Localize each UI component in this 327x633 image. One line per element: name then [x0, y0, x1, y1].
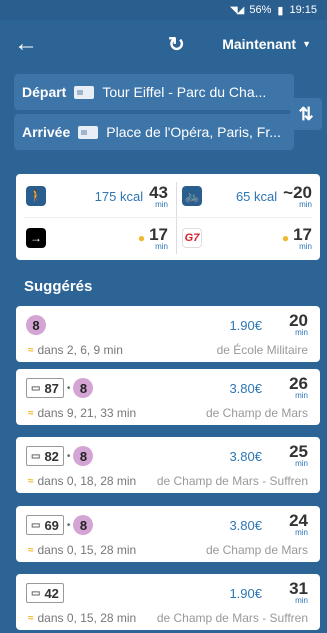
address-card-icon: [78, 125, 99, 139]
arrival-label: Arrivée: [22, 124, 71, 140]
realtime-icon: ≈: [28, 544, 34, 556]
g7-minutes: 17: [293, 224, 312, 244]
metro-line-8-badge: 8: [73, 446, 94, 466]
bike-minutes: ~20: [283, 182, 312, 202]
route-duration-unit: min: [295, 596, 308, 605]
mode-g7[interactable]: G7 ● 17 min: [182, 218, 316, 258]
chevron-down-icon: ▼: [302, 39, 311, 49]
clock: 19:15: [289, 4, 317, 16]
bus-line-number: 87: [44, 380, 59, 396]
walk-kcal: 175 kcal: [94, 188, 144, 204]
bus-icon: ▭: [31, 519, 41, 531]
walk-minutes: 43: [149, 182, 168, 202]
departure-value: Tour Eiffel - Parc du Cha...: [102, 84, 267, 100]
route-card[interactable]: ▭ 82 • 8 3.80€ 25 min ≈ dans 0, 18, 28 min…: [16, 437, 320, 493]
route-duration: 26: [289, 374, 308, 393]
uber-unit: min: [155, 241, 168, 251]
route-card[interactable]: 8 1.90€ 20 min ≈ dans 2, 6, 9 min de Écol…: [16, 306, 320, 362]
metro-line-8-badge: 8: [73, 515, 94, 535]
bus-line-badge: ▭ 87: [26, 378, 64, 398]
realtime-icon: ≈: [28, 612, 34, 624]
battery-icon: ▮: [277, 4, 284, 17]
route-price: 1.90€: [229, 318, 262, 333]
route-duration-unit: min: [295, 528, 308, 537]
route-origin: de Champ de Mars - Suffren: [156, 474, 308, 488]
time-selector[interactable]: Maintenant ▼: [222, 36, 311, 52]
route-card[interactable]: ▭ 69 • 8 3.80€ 24 min ≈ dans 0, 15, 28 min…: [16, 506, 320, 562]
arrival-value: Place de l'Opéra, Paris, Fr...: [106, 124, 281, 140]
live-dot-icon: ●: [137, 231, 146, 245]
uber-minutes: 17: [149, 224, 168, 244]
route-departures: dans 0, 15, 28 min: [37, 543, 137, 557]
route-card[interactable]: ▭ 87 • 8 3.80€ 26 min ≈ dans 9, 21, 33 min…: [16, 369, 320, 425]
divider: [176, 182, 177, 254]
address-card-icon: [74, 85, 95, 99]
top-bar: ← ↻ Maintenant ▼: [0, 20, 327, 68]
suggested-title: Suggérés: [24, 278, 93, 295]
metro-line-8-badge: 8: [73, 378, 94, 398]
uber-logo-icon: →: [26, 228, 46, 248]
bus-line-number: 69: [44, 517, 59, 533]
route-departures: dans 9, 21, 33 min: [37, 406, 137, 420]
mode-bike[interactable]: 🚲 65 kcal ~20 min: [182, 176, 316, 216]
departure-label: Départ: [22, 84, 67, 100]
route-duration: 24: [289, 511, 308, 530]
route-origin: de Champ de Mars: [205, 406, 308, 420]
line-separator: •: [66, 519, 71, 531]
g7-unit: min: [299, 241, 312, 251]
bike-kcal: 65 kcal: [235, 188, 278, 204]
refresh-icon[interactable]: ↻: [168, 32, 185, 57]
route-duration: 25: [289, 442, 308, 461]
bus-line-number: 42: [44, 585, 59, 601]
bike-unit: min: [299, 199, 312, 209]
bus-icon: ▭: [31, 450, 41, 462]
arrival-field[interactable]: Arrivée Place de l'Opéra, Paris, Fr...: [14, 114, 294, 150]
back-arrow-icon[interactable]: ←: [14, 32, 38, 56]
walking-icon: 🚶: [26, 186, 46, 206]
route-duration-unit: min: [295, 391, 308, 400]
g7-logo: G7: [182, 228, 202, 248]
route-duration: 20: [289, 311, 308, 330]
bus-line-badge: ▭ 82: [26, 446, 64, 466]
route-origin: de Champ de Mars: [205, 543, 308, 557]
line-separator: •: [66, 382, 71, 394]
mode-uber[interactable]: → ● 17 min: [26, 218, 172, 258]
route-price: 3.80€: [229, 381, 262, 396]
bus-line-badge: ▭ 42: [26, 583, 64, 603]
metro-line-8-badge: 8: [26, 315, 46, 335]
route-origin: de École Militaire: [216, 343, 308, 357]
realtime-icon: ≈: [28, 407, 34, 419]
time-selector-label: Maintenant: [222, 36, 297, 52]
route-origin: de Champ de Mars - Suffren: [156, 611, 308, 625]
status-bar: ◥◢ 56% ▮ 19:15: [0, 0, 327, 20]
swap-button[interactable]: ⇅: [290, 98, 322, 130]
route-departures: dans 0, 15, 28 min: [37, 611, 137, 625]
bus-line-badge: ▭ 69: [26, 515, 64, 535]
bus-icon: ▭: [31, 382, 41, 394]
route-price: 3.80€: [229, 518, 262, 533]
route-price: 3.80€: [229, 449, 262, 464]
bus-icon: ▭: [31, 587, 41, 599]
bike-icon: 🚲: [182, 186, 202, 206]
live-dot-icon: ●: [281, 231, 290, 245]
swap-arrows-icon: ⇅: [298, 103, 314, 124]
mode-walk[interactable]: 🚶 175 kcal 43 min: [26, 176, 172, 216]
route-departures: dans 2, 6, 9 min: [37, 343, 123, 357]
signal-icon: ◥◢: [229, 4, 244, 16]
route-price: 1.90€: [229, 586, 262, 601]
route-departures: dans 0, 18, 28 min: [37, 474, 137, 488]
realtime-icon: ≈: [28, 344, 34, 356]
route-card[interactable]: ▭ 42 1.90€ 31 min ≈ dans 0, 15, 28 min de …: [16, 574, 320, 630]
line-separator: •: [66, 450, 71, 462]
route-duration: 31: [289, 579, 308, 598]
departure-field[interactable]: Départ Tour Eiffel - Parc du Cha...: [14, 74, 294, 110]
route-duration-unit: min: [295, 459, 308, 468]
bus-line-number: 82: [44, 448, 59, 464]
transport-modes-card: 🚶 175 kcal 43 min 🚲 65 kcal ~20 min → ● …: [16, 174, 320, 260]
route-duration-unit: min: [295, 328, 308, 337]
battery-level: 56%: [249, 4, 272, 16]
realtime-icon: ≈: [28, 475, 34, 487]
walk-unit: min: [155, 199, 168, 209]
